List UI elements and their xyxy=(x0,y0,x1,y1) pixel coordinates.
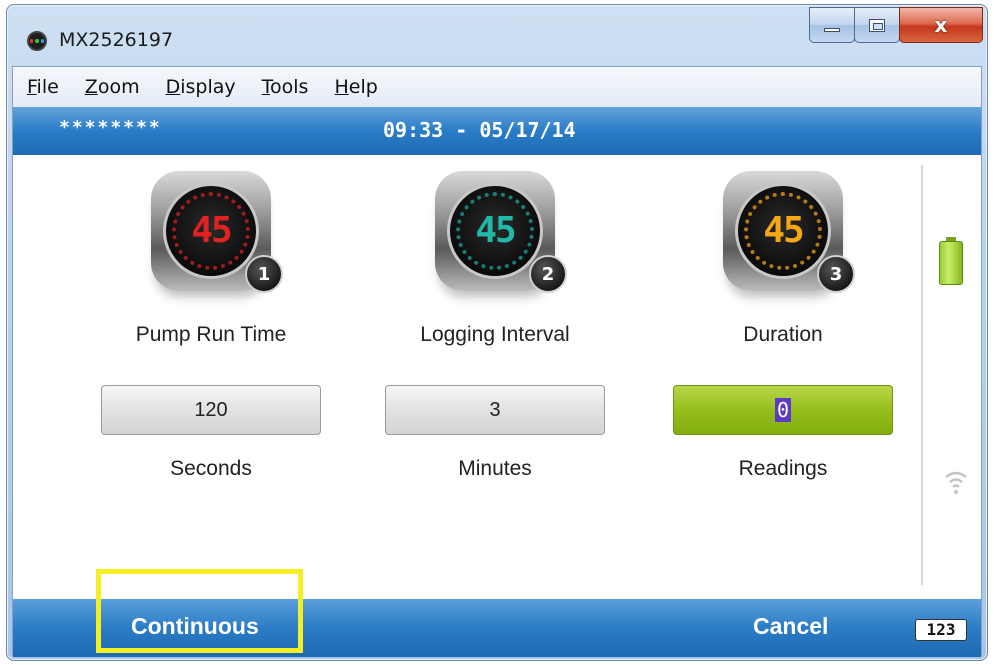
setting-label: Logging Interval xyxy=(420,323,570,346)
keypad-toggle-button[interactable]: 123 xyxy=(915,619,967,641)
status-bar: ******** 09:33 - 05/17/14 xyxy=(13,107,981,155)
client-area: File Zoom Display Tools Help ******** 09… xyxy=(12,66,982,657)
dial-3-icon[interactable]: 45 3 xyxy=(723,171,855,303)
duration-value: 0 xyxy=(774,398,792,422)
unit-label: Readings xyxy=(738,457,828,480)
close-button[interactable]: x xyxy=(899,7,983,43)
setting-pump-run-time: 45 1 Pump Run Time 120 Seconds xyxy=(81,155,341,595)
duration-value-input[interactable]: 0 xyxy=(673,385,893,435)
dial-number-badge: 3 xyxy=(817,255,855,293)
date-time-display: 09:33 - 05/17/14 xyxy=(383,118,576,142)
unit-label: Minutes xyxy=(458,457,532,480)
setting-duration: 45 3 Duration 0 Readings xyxy=(653,155,913,595)
maximize-button[interactable] xyxy=(854,7,900,43)
logging-interval-value-button[interactable]: 3 xyxy=(385,385,605,435)
menu-zoom[interactable]: Zoom xyxy=(85,76,140,98)
cancel-button[interactable]: Cancel xyxy=(753,613,828,640)
menu-display[interactable]: Display xyxy=(166,76,236,98)
pump-run-time-value-button[interactable]: 120 xyxy=(101,385,321,435)
setting-label: Duration xyxy=(743,323,823,346)
dial-number-badge: 1 xyxy=(245,255,283,293)
dial-1-icon[interactable]: 45 1 xyxy=(151,171,283,303)
dial-value: 45 xyxy=(763,210,804,251)
close-icon: x xyxy=(934,13,948,37)
setting-logging-interval: 45 2 Logging Interval 3 Minutes xyxy=(365,155,625,595)
battery-icon xyxy=(939,237,963,285)
setting-label: Pump Run Time xyxy=(135,323,287,346)
dial-number-badge: 2 xyxy=(529,255,567,293)
bottom-bar: Continuous Cancel 123 xyxy=(13,599,981,657)
menu-bar: File Zoom Display Tools Help xyxy=(13,67,981,107)
dial-value: 45 xyxy=(191,210,232,251)
window-title: MX2526197 xyxy=(59,29,174,51)
wireless-signal-icon xyxy=(945,471,967,494)
dial-2-icon[interactable]: 45 2 xyxy=(435,171,567,303)
minimize-icon xyxy=(824,28,840,32)
side-divider xyxy=(921,165,923,585)
app-icon xyxy=(27,31,47,51)
continuous-button[interactable]: Continuous xyxy=(131,613,259,640)
menu-help[interactable]: Help xyxy=(334,76,377,98)
window-controls: x xyxy=(809,7,983,43)
menu-tools[interactable]: Tools xyxy=(262,76,309,98)
password-mask: ******** xyxy=(59,117,162,138)
settings-panel: 45 1 Pump Run Time 120 Seconds 45 2 Logg… xyxy=(13,155,981,657)
minimize-button[interactable] xyxy=(809,7,855,43)
dial-value: 45 xyxy=(475,210,516,251)
menu-file[interactable]: File xyxy=(27,76,59,98)
unit-label: Seconds xyxy=(170,457,252,480)
restore-icon xyxy=(869,18,885,32)
